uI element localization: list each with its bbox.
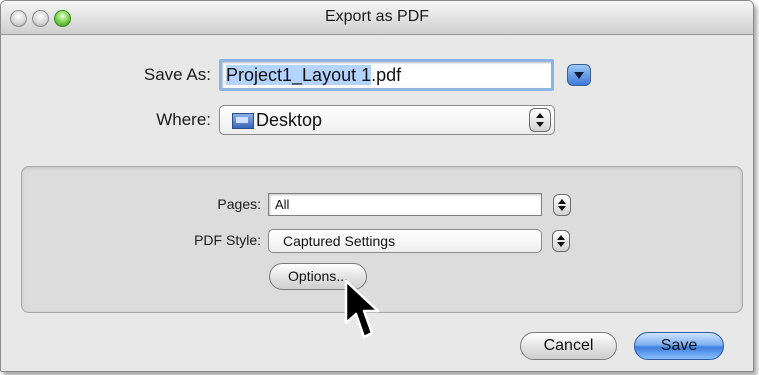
where-popup-arrows[interactable] [529, 108, 551, 132]
expand-browser-button[interactable] [567, 64, 591, 86]
save-button[interactable]: Save [634, 332, 724, 360]
arrow-up-icon [558, 199, 566, 204]
pdf-style-label: PDF Style: [194, 232, 261, 248]
filename-selected-text: Project1_Layout 1 [226, 65, 372, 85]
arrow-down-icon [558, 206, 566, 211]
export-pdf-dialog: Export as PDF Save As: Project1_Layout 1… [0, 0, 754, 372]
filename-extension: .pdf [371, 65, 402, 85]
where-popup[interactable]: Desktop [219, 105, 555, 135]
cancel-button[interactable]: Cancel [520, 332, 617, 360]
arrow-up-icon [557, 235, 565, 240]
chevron-down-icon [574, 72, 584, 79]
folder-icon [232, 113, 254, 129]
pdf-style-popup-arrows[interactable] [552, 230, 570, 252]
pages-stepper[interactable] [553, 194, 571, 216]
pages-label: Pages: [217, 196, 261, 212]
window-title: Export as PDF [324, 8, 430, 25]
where-value: Desktop [256, 110, 323, 130]
arrow-down-icon [536, 122, 544, 127]
save-as-field[interactable]: Project1_Layout 1.pdf [219, 59, 554, 91]
arrow-up-icon [536, 113, 544, 118]
pdf-style-value: Captured Settings [283, 233, 396, 249]
arrow-down-icon [557, 242, 565, 247]
mouse-pointer-icon [344, 279, 380, 339]
where-label: Where: [156, 110, 211, 129]
title-bar: Export as PDF [1, 1, 753, 35]
pdf-style-popup[interactable]: Captured Settings [268, 229, 542, 253]
save-as-label: Save As: [143, 65, 211, 84]
pages-field[interactable]: All [268, 193, 542, 216]
